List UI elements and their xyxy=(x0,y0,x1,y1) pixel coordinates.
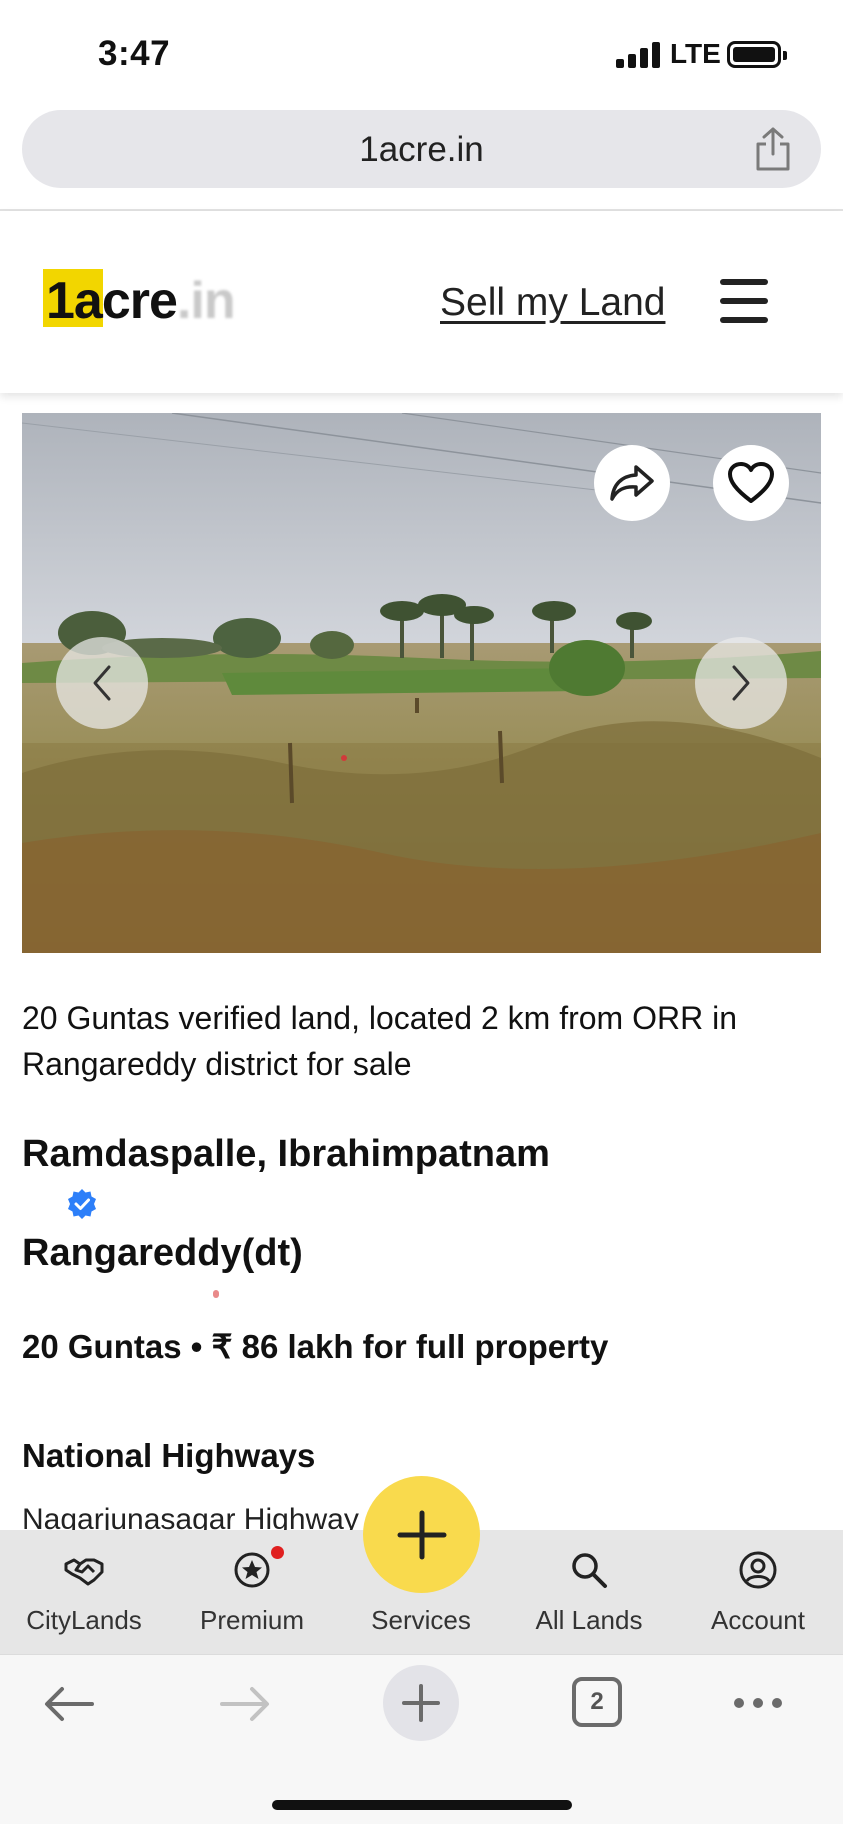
favorite-button[interactable] xyxy=(713,445,789,521)
listing-photo[interactable] xyxy=(22,413,821,953)
share-icon[interactable] xyxy=(753,126,793,172)
plus-icon xyxy=(402,1684,440,1722)
tabs-count-button[interactable]: 2 xyxy=(572,1677,622,1727)
plus-icon xyxy=(397,1510,446,1559)
decorative-dot xyxy=(213,1290,219,1298)
logo-suffix: .in xyxy=(176,272,236,330)
next-image-button[interactable] xyxy=(695,637,787,729)
home-indicator xyxy=(272,1800,572,1810)
network-type: LTE xyxy=(670,38,721,69)
battery-icon xyxy=(727,41,787,68)
status-bar: 3:47 LTE xyxy=(0,0,843,105)
signal-icon xyxy=(616,42,660,68)
share-listing-button[interactable] xyxy=(594,445,670,521)
handshake-icon xyxy=(64,1558,104,1586)
listing-description: 20 Guntas verified land, located 2 km fr… xyxy=(22,1000,737,1082)
browser-toolbar: 2 xyxy=(0,1654,843,1824)
back-arrow-icon[interactable] xyxy=(42,1683,96,1725)
chevron-left-icon xyxy=(93,665,111,701)
listing-location-district: Rangareddy(dt) xyxy=(22,1232,303,1274)
nav-premium[interactable]: Premium xyxy=(168,1530,336,1654)
new-tab-button[interactable] xyxy=(383,1665,459,1741)
listing-location-village: Ramdaspalle, Ibrahimpatnam xyxy=(22,1133,550,1175)
nav-label: Services xyxy=(371,1605,471,1635)
status-time: 3:47 xyxy=(98,34,171,73)
national-highways-heading: National Highways xyxy=(22,1437,316,1474)
star-badge-icon xyxy=(234,1552,270,1588)
address-bar[interactable]: 1acre.in xyxy=(22,110,821,188)
more-options-icon[interactable] xyxy=(732,1695,784,1711)
nav-label: All Lands xyxy=(535,1605,643,1635)
share-arrow-icon xyxy=(610,465,654,501)
nav-account[interactable]: Account xyxy=(674,1530,842,1654)
nav-citylands[interactable]: CityLands xyxy=(0,1530,168,1654)
hamburger-menu-icon[interactable] xyxy=(720,279,768,323)
logo-text: 1acre xyxy=(46,272,178,330)
address-url[interactable]: 1acre.in xyxy=(22,130,821,170)
chevron-right-icon xyxy=(732,665,750,701)
previous-image-button[interactable] xyxy=(56,637,148,729)
nav-label: CityLands xyxy=(26,1605,142,1635)
verified-badge-icon xyxy=(68,1189,96,1219)
site-logo[interactable]: 1acre.in xyxy=(43,261,243,330)
forward-arrow-icon[interactable] xyxy=(218,1683,272,1725)
nav-label: Account xyxy=(711,1605,805,1635)
notification-dot xyxy=(271,1546,284,1559)
sell-my-land-link[interactable]: Sell my Land xyxy=(440,281,665,325)
search-icon xyxy=(572,1553,607,1588)
nav-all-lands[interactable]: All Lands xyxy=(505,1530,673,1654)
site-header: 1acre.in Sell my Land xyxy=(0,211,843,393)
services-fab-button[interactable] xyxy=(363,1476,480,1593)
heart-icon xyxy=(728,462,774,503)
nav-label: Premium xyxy=(199,1605,304,1635)
listing-price: 20 Guntas • ₹ 86 lakh for full property xyxy=(22,1328,609,1365)
user-circle-icon xyxy=(739,1551,777,1589)
